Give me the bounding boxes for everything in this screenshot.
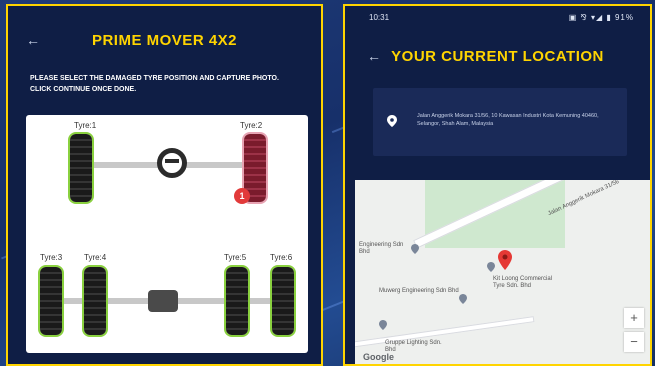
- tyre-selection-screen: ← PRIME MOVER 4X2 PLEASE SELECT THE DAMA…: [6, 4, 323, 366]
- place-pin-icon[interactable]: [487, 262, 495, 272]
- tyre-4[interactable]: [84, 267, 106, 335]
- current-location-pin-icon[interactable]: [498, 250, 512, 270]
- tyre-6[interactable]: [272, 267, 294, 335]
- instruction-text: PLEASE SELECT THE DAMAGED TYRE POSITION …: [30, 75, 279, 93]
- park-area: [425, 180, 565, 248]
- steering-wheel-icon: [157, 148, 187, 178]
- zoom-out-button[interactable]: −: [624, 332, 644, 352]
- zoom-in-button[interactable]: +: [624, 308, 644, 328]
- place-label: Kit Loong Commercial Tyre Sdn. Bhd: [493, 276, 553, 289]
- tyre-5[interactable]: [226, 267, 248, 335]
- tyre-1[interactable]: [70, 134, 92, 202]
- place-label: Muwerg Engineering Sdn Bhd: [379, 288, 459, 294]
- tyre-diagram: Tyre:1 Tyre:2 1 Tyre:3 Tyre:4 Tyre:5 Tyr…: [26, 115, 308, 353]
- tyre-2-label: Tyre:2: [240, 121, 263, 130]
- tyre-6-label: Tyre:6: [270, 253, 293, 262]
- address-text: Jalan Anggerik Mokara 31/56, 10 Kawasan …: [417, 113, 599, 127]
- damage-count-badge: 1: [234, 188, 250, 204]
- page-title: YOUR CURRENT LOCATION: [391, 48, 604, 65]
- page-title: PRIME MOVER 4X2: [91, 32, 238, 49]
- place-pin-icon[interactable]: [459, 294, 467, 304]
- location-screen: 10:31 ▣ ⅋ ▾◢ ▮ 91% ← YOUR CURRENT LOCATI…: [343, 4, 652, 366]
- header: ← PRIME MOVER 4X2: [8, 6, 321, 66]
- tyre-4-label: Tyre:4: [84, 253, 107, 262]
- tyre-3[interactable]: [40, 267, 62, 335]
- place-pin-icon[interactable]: [379, 320, 387, 330]
- address-card: Jalan Anggerik Mokara 31/56, 10 Kawasan …: [373, 88, 627, 156]
- place-label: Gruppe Lighting Sdn. Bhd: [385, 340, 442, 353]
- location-pin-icon: [387, 115, 397, 127]
- header: ← YOUR CURRENT LOCATION: [345, 6, 650, 66]
- place-label: Engineering Sdn Bhd: [359, 242, 404, 255]
- tyre-1-label: Tyre:1: [74, 121, 97, 130]
- tyre-3-label: Tyre:3: [40, 253, 63, 262]
- differential-icon: [148, 290, 178, 312]
- google-logo: Google: [363, 352, 394, 362]
- tyre-5-label: Tyre:5: [224, 253, 247, 262]
- map-view[interactable]: Jalan Anggerik Mokara 31/56 Engineering …: [355, 180, 650, 364]
- place-pin-icon[interactable]: [411, 244, 419, 254]
